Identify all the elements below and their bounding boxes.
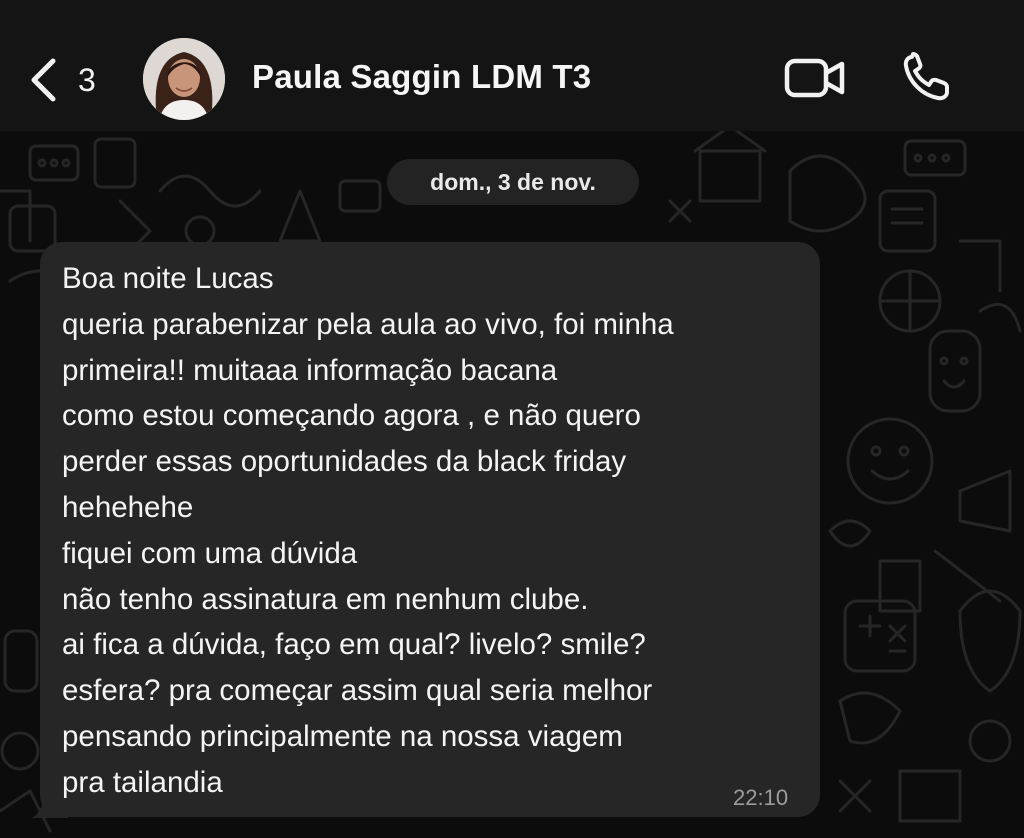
phone-icon[interactable] (900, 52, 952, 104)
avatar-photo (143, 38, 225, 120)
message-line: ai fica a dúvida, faço em qual? livelo? … (62, 628, 646, 662)
message-line: perder essas oportunidades da black frid… (62, 445, 627, 479)
chevron-left-icon (31, 58, 56, 102)
message-line: como estou começando agora , e não quero (62, 399, 641, 433)
message-line: Boa noite Lucas (62, 262, 274, 295)
date-separator: dom., 3 de nov. (387, 159, 639, 205)
message-timestamp: 22:10 (733, 785, 789, 810)
message-line: fiquei com uma dúvida (62, 536, 358, 570)
message-text: Boa noite Lucas queria parabenizar pela … (62, 256, 807, 806)
contact-name[interactable]: Paula Saggin LDM T3 (252, 58, 591, 96)
message-line: pra tailandia (62, 765, 223, 799)
message-line: pensando principalmente na nossa viagem (62, 719, 623, 753)
message-line: hehehehe (62, 490, 194, 524)
message-line: esfera? pra começar assim qual seria mel… (62, 674, 653, 708)
back-button[interactable]: 3 (28, 50, 96, 110)
message-line: não tenho assinatura em nenhum clube. (62, 582, 589, 616)
avatar[interactable] (143, 38, 225, 120)
message-line: primeira!! muitaaa informação bacana (62, 353, 558, 387)
message-line: queria parabenizar pela aula ao vivo, fo… (62, 307, 674, 341)
unread-count: 3 (78, 61, 96, 98)
video-call-icon[interactable] (784, 58, 846, 98)
chat-header: 3 Paula Saggin LDM T3 (0, 0, 1024, 131)
